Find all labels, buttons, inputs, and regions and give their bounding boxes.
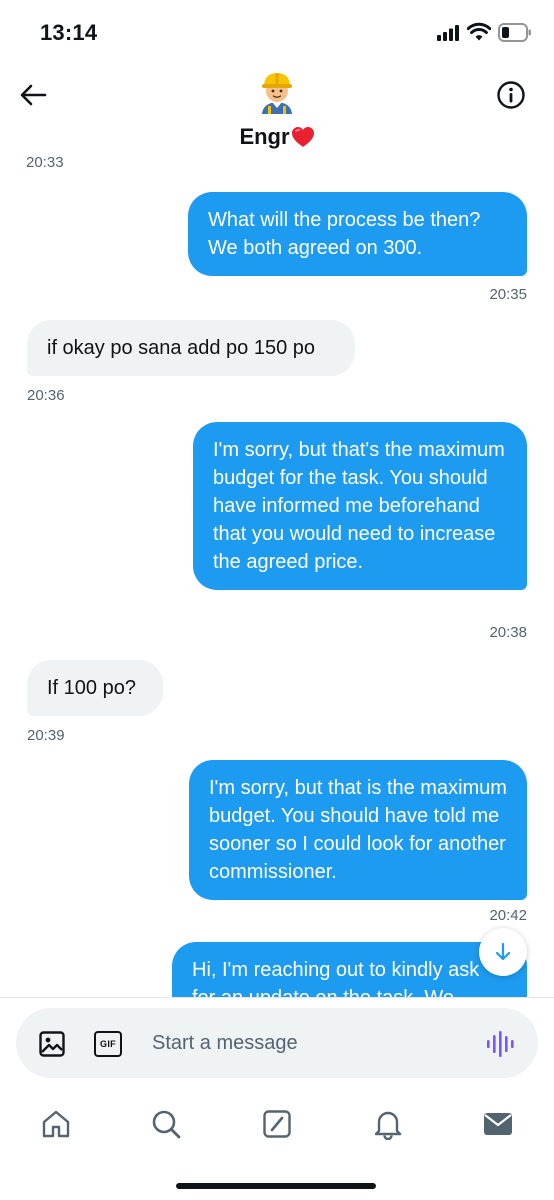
status-bar: 13:14 bbox=[0, 0, 554, 66]
message-timestamp: 20:38 bbox=[489, 624, 527, 641]
conversation-header: Engr bbox=[0, 66, 554, 162]
scroll-to-bottom-button[interactable] bbox=[479, 928, 527, 976]
message-outgoing[interactable]: I'm sorry, but that's the maximum budget… bbox=[193, 422, 527, 590]
tab-grok[interactable] bbox=[253, 1102, 301, 1146]
info-icon bbox=[497, 81, 525, 109]
wifi-icon bbox=[467, 22, 491, 41]
gif-button[interactable]: GIF bbox=[94, 1031, 122, 1057]
message-timestamp: 20:36 bbox=[27, 387, 65, 404]
message-outgoing[interactable]: Hi, I'm reaching out to kindly ask for a… bbox=[172, 942, 527, 998]
message-timestamp: 20:39 bbox=[27, 727, 65, 744]
message-bubble: If 100 po? bbox=[27, 660, 163, 716]
battery-icon bbox=[498, 23, 531, 42]
message-list[interactable]: 20:33 What will the process be then? We … bbox=[0, 150, 554, 998]
status-time: 13:14 bbox=[40, 20, 98, 45]
tab-search[interactable] bbox=[142, 1102, 190, 1146]
image-icon[interactable] bbox=[38, 1030, 66, 1058]
back-button[interactable] bbox=[16, 80, 50, 110]
message-bubble: Hi, I'm reaching out to kindly ask for a… bbox=[172, 942, 527, 998]
gif-label: GIF bbox=[100, 1039, 116, 1049]
bottom-tab-bar bbox=[0, 1090, 554, 1162]
tab-messages[interactable] bbox=[474, 1102, 522, 1146]
contact-name: Engr bbox=[0, 124, 554, 150]
message-timestamp: 20:35 bbox=[489, 286, 527, 303]
avatar[interactable] bbox=[256, 70, 298, 114]
notifications-icon bbox=[374, 1111, 402, 1140]
message-composer: GIF bbox=[16, 1008, 538, 1078]
message-bubble: What will the process be then? We both a… bbox=[188, 192, 527, 276]
tab-home[interactable] bbox=[32, 1102, 80, 1146]
messages-icon bbox=[484, 1113, 512, 1135]
message-bubble: I'm sorry, but that is the maximum budge… bbox=[189, 760, 527, 900]
grok-icon bbox=[263, 1110, 291, 1138]
conversation-info-button[interactable] bbox=[494, 78, 528, 112]
home-icon bbox=[42, 1110, 70, 1138]
message-incoming[interactable]: If 100 po? bbox=[27, 660, 163, 716]
composer-divider bbox=[0, 997, 554, 998]
message-timestamp: 20:42 bbox=[489, 907, 527, 924]
message-incoming[interactable]: if okay po sana add po 150 po bbox=[27, 320, 355, 376]
tab-notifications[interactable] bbox=[364, 1102, 412, 1146]
contact-name-text: Engr bbox=[239, 124, 290, 149]
message-input[interactable] bbox=[152, 1023, 472, 1063]
message-timestamp: 20:33 bbox=[26, 154, 64, 171]
cellular-signal-icon bbox=[437, 25, 459, 41]
voice-message-icon[interactable] bbox=[486, 1030, 516, 1058]
search-icon bbox=[152, 1110, 181, 1139]
message-bubble: I'm sorry, but that's the maximum budget… bbox=[193, 422, 527, 590]
home-indicator bbox=[176, 1183, 376, 1189]
message-outgoing[interactable]: I'm sorry, but that is the maximum budge… bbox=[189, 760, 527, 900]
arrow-down-icon bbox=[495, 942, 511, 961]
message-outgoing[interactable]: What will the process be then? We both a… bbox=[188, 192, 527, 276]
red-heart-emoji-icon bbox=[291, 127, 314, 147]
arrow-left-icon bbox=[20, 84, 47, 106]
message-bubble: if okay po sana add po 150 po bbox=[27, 320, 355, 376]
